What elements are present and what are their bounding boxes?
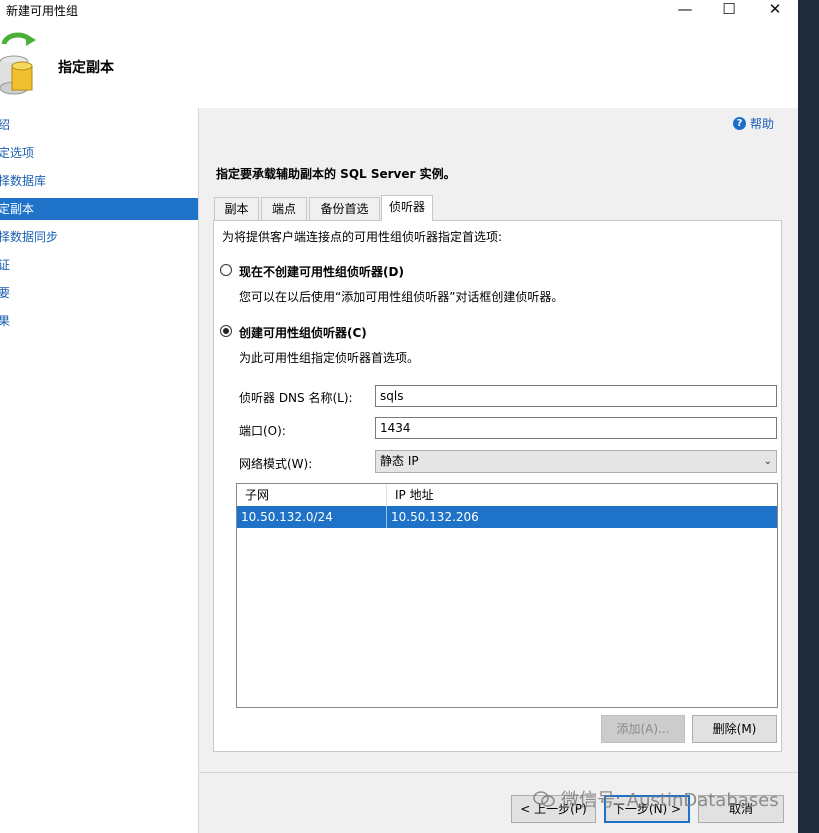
network-mode-select[interactable]: 静态 IP ⌄ bbox=[375, 450, 777, 473]
sidebar-item-specify-options[interactable]: 指定选项 bbox=[0, 142, 198, 164]
sidebar-item-label: 摘要 bbox=[0, 286, 11, 300]
close-icon[interactable]: ✕ bbox=[752, 0, 798, 20]
cell-ip: 10.50.132.206 bbox=[391, 510, 479, 524]
chevron-down-icon: ⌄ bbox=[763, 456, 772, 467]
help-label: 帮助 bbox=[750, 117, 775, 131]
grid-header: 子网 IP 地址 bbox=[237, 484, 777, 507]
network-mode-value: 静态 IP bbox=[380, 454, 419, 468]
sidebar-item-label: 结果 bbox=[0, 314, 11, 328]
watermark-text: 微信号: AustinDatabases bbox=[561, 790, 779, 811]
sidebar-item-label: 验证 bbox=[0, 258, 11, 272]
sidebar-item-label: 选择数据库 bbox=[0, 174, 47, 188]
desktop-background bbox=[798, 0, 819, 833]
help-icon: ? bbox=[733, 117, 746, 130]
sidebar-item-validation[interactable]: 验证 bbox=[0, 254, 198, 276]
network-mode-label: 网络模式(W): bbox=[239, 457, 313, 471]
column-header-ip[interactable]: IP 地址 bbox=[387, 484, 777, 506]
cell-subnet: 10.50.132.0/24 bbox=[237, 506, 387, 528]
sidebar-item-introduction[interactable]: 介绍 bbox=[0, 114, 198, 136]
tab-label: 侦听器 bbox=[388, 200, 425, 214]
tab-listener[interactable]: 侦听器 bbox=[381, 195, 433, 221]
sidebar-item-summary[interactable]: 摘要 bbox=[0, 282, 198, 304]
watermark: 微信号: AustinDatabases bbox=[533, 786, 779, 812]
sidebar-item-label: 介绍 bbox=[0, 118, 11, 132]
title-bar: 新建可用性组 — ☐ ✕ bbox=[0, 0, 798, 22]
radio-no-listener[interactable] bbox=[220, 264, 232, 276]
no-listener-description: 您可以在以后使用“添加可用性组侦听器”对话框创建侦听器。 bbox=[239, 290, 564, 304]
tab-backup-preferences[interactable]: 备份首选项 bbox=[309, 197, 380, 238]
wechat-icon bbox=[533, 791, 555, 807]
column-header-subnet[interactable]: 子网 bbox=[237, 484, 387, 506]
port-input[interactable]: 1434 bbox=[375, 417, 777, 439]
tab-label: 副本 bbox=[224, 202, 249, 216]
sidebar-item-label: 指定副本 bbox=[0, 202, 35, 216]
dialog-window: 新建可用性组 — ☐ ✕ 指定副本 介绍 指定选项 选择数据库 指定副本 选择数… bbox=[0, 0, 798, 833]
remove-button[interactable]: 删除(M) bbox=[692, 715, 777, 743]
radio-create-listener-label[interactable]: 创建可用性组侦听器(C) bbox=[239, 324, 367, 341]
dns-name-input[interactable]: sqls bbox=[375, 385, 777, 407]
sidebar-item-data-sync[interactable]: 选择数据同步 bbox=[0, 226, 198, 248]
radio-no-listener-label[interactable]: 现在不创建可用性组侦听器(D) bbox=[239, 263, 404, 280]
table-row[interactable]: 10.50.132.0/24 10.50.132.206 bbox=[237, 506, 777, 528]
tab-endpoints[interactable]: 端点 bbox=[261, 197, 307, 220]
sidebar-item-label: 选择数据同步 bbox=[0, 230, 59, 244]
help-link[interactable]: ? 帮助 bbox=[733, 115, 774, 132]
database-wizard-icon bbox=[0, 32, 36, 95]
add-button[interactable]: 添加(A)... bbox=[601, 715, 685, 743]
dns-name-label: 侦听器 DNS 名称(L): bbox=[239, 391, 353, 405]
page-header bbox=[0, 22, 798, 108]
port-label: 端口(O): bbox=[239, 424, 286, 438]
listener-description: 为将提供客户端连接点的可用性组侦听器指定首选项: bbox=[222, 230, 503, 244]
ip-address-grid[interactable]: 子网 IP 地址 10.50.132.0/24 10.50.132.206 bbox=[236, 483, 778, 708]
tab-label: 端点 bbox=[271, 202, 296, 216]
create-listener-description: 为此可用性组指定侦听器首选项。 bbox=[239, 351, 420, 365]
sidebar-item-label: 指定选项 bbox=[0, 146, 35, 160]
maximize-icon[interactable]: ☐ bbox=[706, 0, 752, 20]
sidebar-item-select-databases[interactable]: 选择数据库 bbox=[0, 170, 198, 192]
instruction-text: 指定要承载辅助副本的 SQL Server 实例。 bbox=[216, 167, 456, 181]
tab-replicas[interactable]: 副本 bbox=[214, 197, 259, 220]
radio-create-listener[interactable] bbox=[220, 325, 232, 337]
minimize-icon[interactable]: — bbox=[662, 0, 708, 20]
page-title: 指定副本 bbox=[58, 60, 114, 76]
window-title: 新建可用性组 bbox=[6, 4, 79, 18]
sidebar-item-results[interactable]: 结果 bbox=[0, 310, 198, 332]
wizard-sidebar: 介绍 指定选项 选择数据库 指定副本 选择数据同步 验证 摘要 结果 bbox=[0, 108, 199, 833]
sidebar-item-specify-replicas[interactable]: 指定副本 bbox=[0, 198, 198, 220]
